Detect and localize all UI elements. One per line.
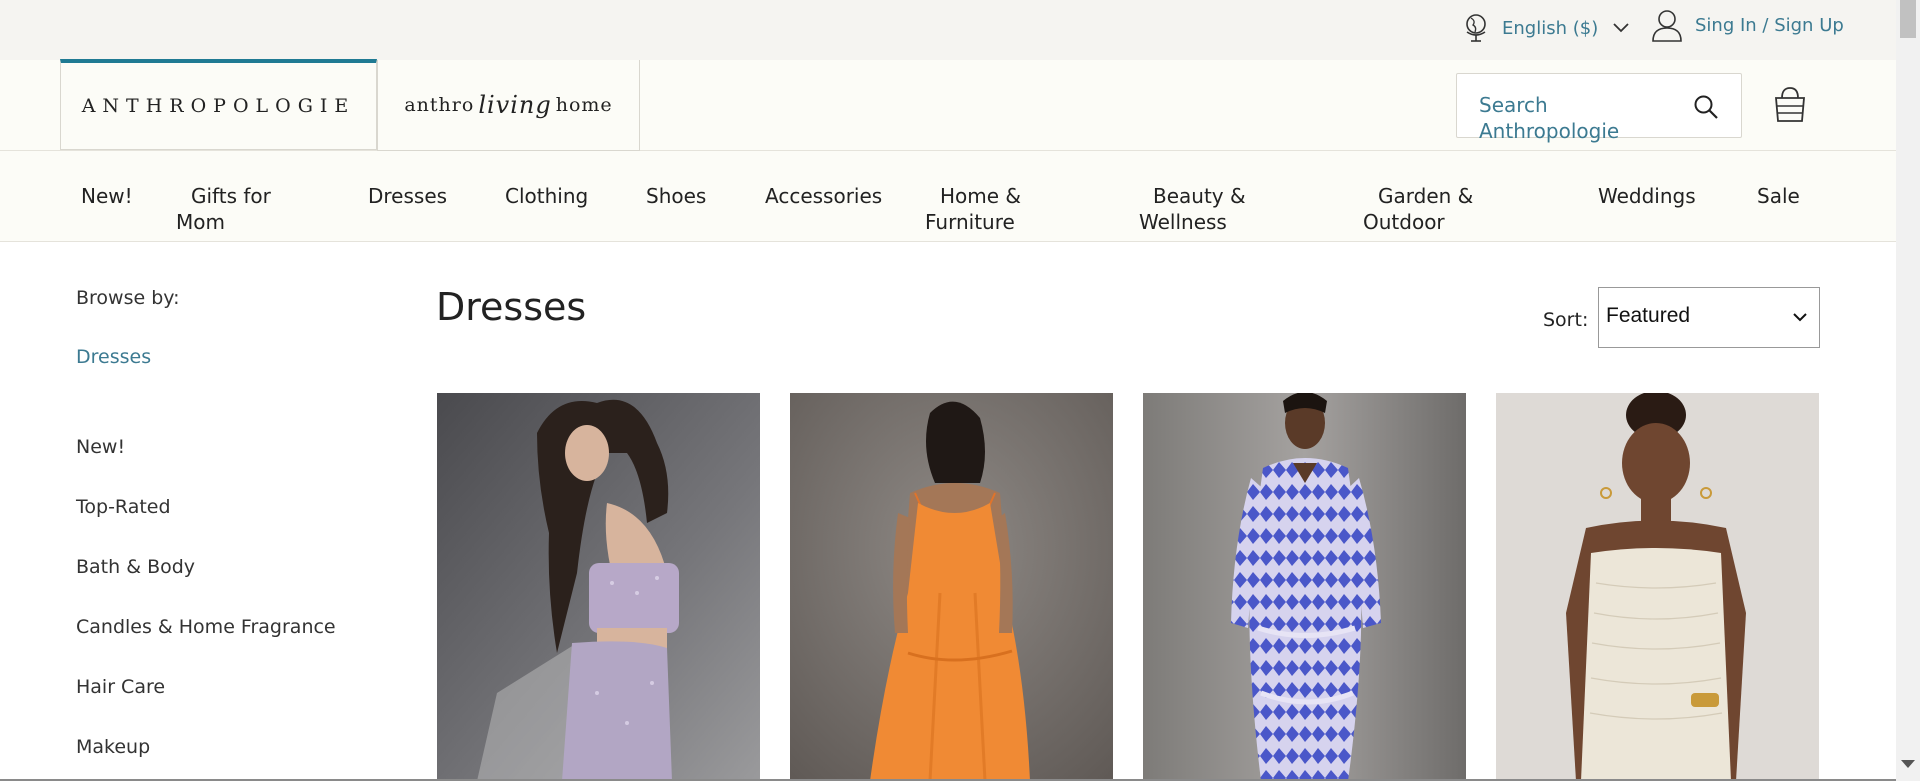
chevron-down-icon[interactable] — [1793, 312, 1807, 322]
search-input[interactable]: Search Anthropologie — [1456, 73, 1742, 143]
scroll-down-arrow-icon[interactable] — [1901, 760, 1915, 768]
nav-item-weddings[interactable]: Weddings — [1598, 183, 1696, 209]
nav-item-label[interactable]: Furniture — [925, 209, 1021, 235]
nav-item-garden-outdoor[interactable]: Garden & Outdoor — [1363, 183, 1473, 235]
nav-item-label[interactable]: Weddings — [1598, 184, 1696, 208]
nav-item-label[interactable]: Accessories — [765, 184, 882, 208]
product-image[interactable] — [1143, 393, 1466, 781]
site-header: ANTHROPOLOGIE anthro living home Search … — [0, 59, 1896, 151]
sidebar-item-hair-care[interactable]: Hair Care — [76, 676, 165, 698]
nav-item-label[interactable]: Clothing — [505, 184, 588, 208]
brand-logo-anthroliving-script: living — [478, 91, 552, 119]
product-card[interactable] — [790, 393, 1113, 781]
nav-item-home-furniture[interactable]: Home & Furniture — [925, 183, 1021, 235]
brand-tab-anthropologie[interactable]: ANTHROPOLOGIE — [60, 59, 377, 150]
sign-in-link[interactable]: Sing In / Sign Up — [1695, 15, 1844, 36]
globe-icon — [1466, 14, 1486, 42]
nav-item-label[interactable]: Garden & — [1363, 183, 1473, 209]
product-card[interactable] — [1143, 393, 1466, 781]
nav-item-label[interactable]: Beauty & — [1139, 183, 1246, 209]
nav-item-new[interactable]: New! — [81, 183, 133, 209]
brand-tab-anthroliving[interactable]: anthro living home — [377, 60, 640, 151]
search-icon[interactable] — [1693, 94, 1719, 120]
brand-logo-anthroliving-right: home — [555, 94, 613, 116]
nav-item-label[interactable]: Dresses — [368, 184, 447, 208]
sort-select[interactable]: Featured — [1598, 287, 1820, 348]
product-image[interactable] — [790, 393, 1113, 781]
page-title: Dresses — [436, 285, 587, 329]
nav-item-gifts-for-mom[interactable]: Gifts for Mom — [176, 183, 271, 235]
product-card[interactable] — [1496, 393, 1819, 781]
nav-item-label[interactable]: Outdoor — [1363, 209, 1473, 235]
brand-logo-anthroliving-left: anthro — [404, 94, 475, 116]
language-label[interactable]: English ($) — [1502, 18, 1598, 39]
nav-item-accessories[interactable]: Accessories — [765, 183, 882, 209]
language-selector[interactable]: English ($) — [1462, 12, 1630, 44]
nav-item-shoes[interactable]: Shoes — [646, 183, 706, 209]
nav-item-label[interactable]: Gifts for — [176, 183, 271, 209]
brand-logo-anthropologie[interactable]: ANTHROPOLOGIE — [82, 95, 356, 117]
sidebar-item-top-rated[interactable]: Top-Rated — [76, 496, 171, 518]
page-scrollbar[interactable] — [1896, 0, 1920, 781]
scrollbar-thumb[interactable] — [1900, 0, 1916, 38]
nav-item-label[interactable]: Wellness — [1139, 209, 1246, 235]
utility-bar: English ($) Sing In / Sign Up — [0, 0, 1896, 60]
sidebar-item-bath-body[interactable]: Bath & Body — [76, 556, 195, 578]
nav-item-label[interactable]: Shoes — [646, 184, 706, 208]
sidebar-item-new[interactable]: New! — [76, 436, 125, 458]
nav-item-label[interactable]: Home & — [925, 183, 1021, 209]
nav-item-beauty-wellness[interactable]: Beauty & Wellness — [1139, 183, 1246, 235]
nav-item-label[interactable]: New! — [81, 184, 133, 208]
nav-item-sale[interactable]: Sale — [1757, 183, 1800, 209]
nav-item-clothing[interactable]: Clothing — [505, 183, 588, 209]
nav-item-dresses[interactable]: Dresses — [368, 183, 447, 209]
sidebar-item-candles[interactable]: Candles & Home Fragrance — [76, 616, 336, 638]
browse-by-label: Browse by: — [76, 287, 180, 309]
product-card[interactable] — [437, 393, 760, 781]
person-icon — [1652, 10, 1682, 42]
shopping-bag-icon[interactable] — [1773, 86, 1807, 124]
account-link[interactable]: Sing In / Sign Up — [1651, 8, 1844, 42]
nav-item-label[interactable]: Sale — [1757, 184, 1800, 208]
product-image[interactable] — [1496, 393, 1819, 781]
page: English ($) Sing In / Sign Up ANTHROPOLO… — [0, 0, 1920, 781]
sort-selected-value[interactable]: Featured — [1606, 304, 1690, 328]
main-nav: New! Gifts for Mom Dresses Clothing Shoe… — [0, 151, 1896, 242]
search-placeholder: Search Anthropologie — [1479, 93, 1620, 143]
nav-item-label[interactable]: Mom — [176, 209, 271, 235]
sidebar-item-makeup[interactable]: Makeup — [76, 736, 150, 758]
chevron-down-icon[interactable] — [1612, 22, 1630, 34]
sidebar-item-dresses[interactable]: Dresses — [76, 346, 151, 368]
sort-label: Sort: — [1543, 309, 1589, 331]
product-image[interactable] — [437, 393, 760, 781]
